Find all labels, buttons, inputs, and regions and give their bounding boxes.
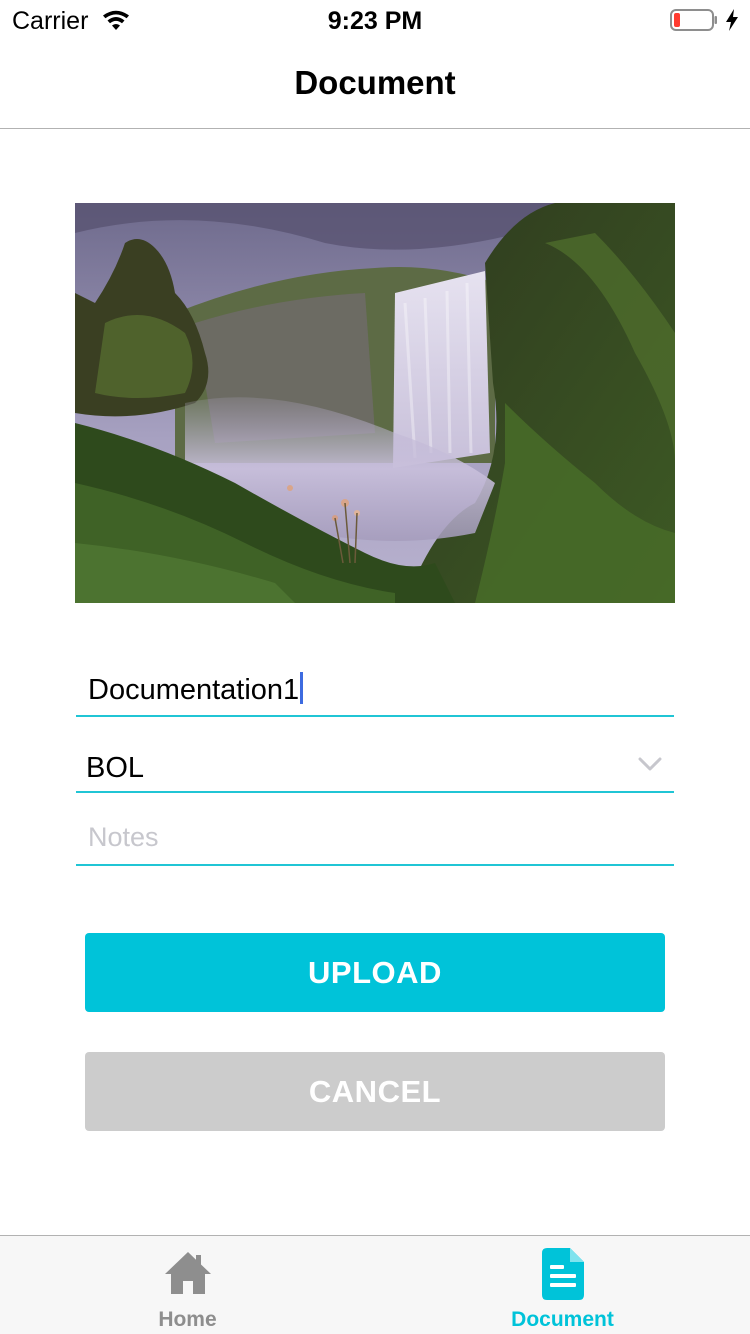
- tab-home-label: Home: [158, 1308, 217, 1331]
- charging-bolt-icon: [726, 9, 738, 31]
- tab-document-label: Document: [511, 1308, 614, 1331]
- tab-document[interactable]: Document: [375, 1236, 750, 1334]
- notes-placeholder: Notes: [88, 822, 159, 852]
- status-bar: Carrier 9:23 PM: [0, 0, 750, 40]
- cancel-button[interactable]: CANCEL: [85, 1052, 665, 1131]
- notes-input[interactable]: Notes: [76, 812, 674, 866]
- waterfall-photo: [75, 203, 675, 603]
- document-icon: [541, 1248, 584, 1300]
- document-type-value: BOL: [86, 752, 145, 784]
- document-type-select[interactable]: BOL: [76, 740, 674, 793]
- upload-button[interactable]: UPLOAD: [85, 933, 665, 1012]
- status-time: 9:23 PM: [327, 7, 423, 35]
- waterfall-illustration: [75, 203, 675, 603]
- navigation-bar: Document: [0, 40, 750, 129]
- tab-bar: Home Document: [0, 1235, 750, 1334]
- page-title: Document: [294, 64, 456, 101]
- document-screen: Carrier 9:23 PM Document Documentation1 …: [0, 0, 750, 1334]
- tab-home[interactable]: Home: [0, 1236, 375, 1334]
- home-icon: [164, 1252, 211, 1294]
- document-name-field[interactable]: Documentation1: [76, 660, 674, 717]
- document-name-value: Documentation1: [88, 672, 304, 707]
- text-cursor: [300, 672, 304, 704]
- battery-low-icon: [670, 9, 717, 31]
- chevron-down-icon: [638, 757, 662, 771]
